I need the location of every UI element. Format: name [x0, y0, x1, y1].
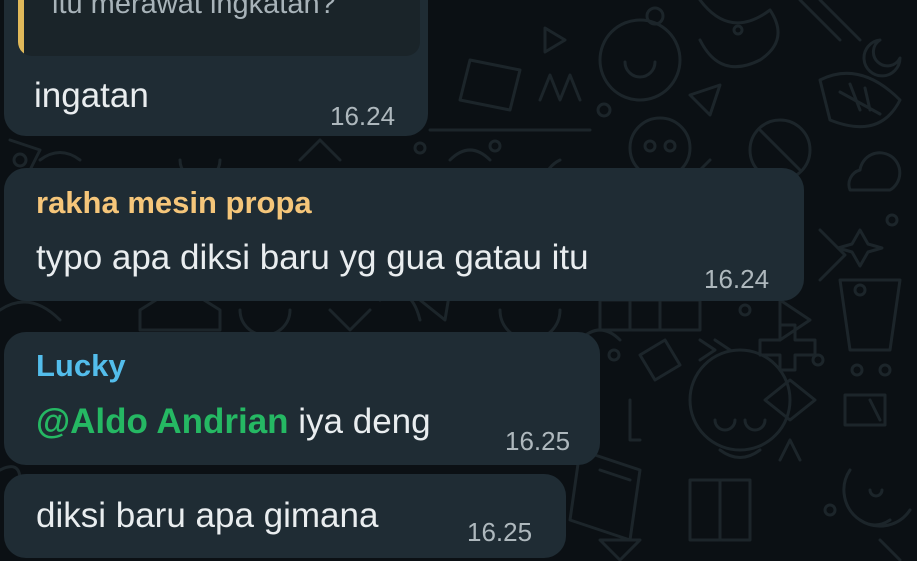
message-bubble[interactable]: rakha mesin propa typo apa diksi baru yg…: [4, 168, 804, 301]
chat-area: itu merawat ingkatan? ingatan 16.24 rakh…: [0, 0, 917, 561]
reply-accent-bar: [18, 0, 24, 56]
message-text: typo apa diksi baru yg gua gatau itu: [36, 238, 589, 277]
mention-link[interactable]: @Aldo Andrian: [36, 402, 289, 441]
sender-name[interactable]: Lucky: [36, 348, 126, 384]
message-bubble[interactable]: Lucky @Aldo Andrian iya deng 16.25: [4, 332, 600, 465]
reply-quote-text: itu merawat ingkatan?: [52, 0, 336, 20]
message-text-body: iya deng: [288, 402, 431, 441]
message-bubble[interactable]: itu merawat ingkatan? ingatan 16.24: [4, 0, 428, 136]
message-time: 16.24: [330, 101, 396, 131]
message-text: ingatan: [34, 76, 149, 115]
message-text: @Aldo Andrian iya deng: [36, 402, 431, 442]
sender-name[interactable]: rakha mesin propa: [36, 185, 312, 221]
message-time: 16.24: [704, 264, 770, 294]
message-text: diksi baru apa gimana: [36, 496, 379, 535]
reply-quote[interactable]: itu merawat ingkatan?: [18, 0, 420, 56]
message-time: 16.25: [467, 517, 533, 547]
message-time: 16.25: [505, 426, 571, 456]
message-bubble[interactable]: diksi baru apa gimana 16.25: [4, 474, 566, 558]
